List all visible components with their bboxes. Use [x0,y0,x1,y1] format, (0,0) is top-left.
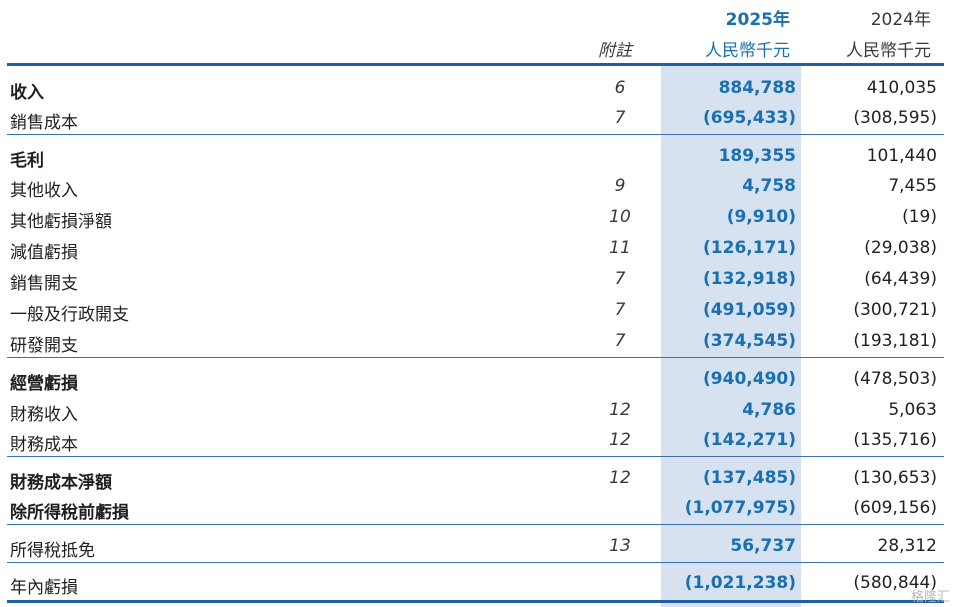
row-value-2025: (695,433) [703,108,796,128]
table-row: 財務成本淨額 12 (137,485) (130,653) [0,466,954,494]
header-unit-prior: 人民幣千元 [846,41,931,61]
row-label: 除所得稅前虧損 [10,503,129,523]
table-row: 財務收入 12 4,786 5,063 [0,398,954,426]
row-value-2024: 410,035 [866,78,937,98]
row-value-2024: (300,721) [853,300,937,320]
table-row: 所得稅抵免 13 56,737 28,312 [0,534,954,562]
watermark: 格隆汇 [910,590,950,605]
row-value-2024: (478,503) [853,369,937,389]
row-value-2025: (1,077,975) [684,498,796,518]
row-note: 12 [609,400,631,420]
row-value-2025: (491,059) [703,300,796,320]
row-value-2024: (308,595) [853,108,937,128]
table-row: 收入 6 884,788 410,035 [0,76,954,104]
row-value-2025: 56,737 [730,536,796,556]
row-label: 收入 [10,83,44,103]
row-value-2024: 101,440 [866,146,937,166]
row-note: 10 [609,207,631,227]
row-value-2025: (1,021,238) [684,573,796,593]
row-value-2024: 7,455 [888,176,937,196]
row-value-2024: 5,063 [888,400,937,420]
row-label: 財務成本 [10,435,78,455]
header-divider [7,63,944,66]
row-note: 11 [609,238,631,258]
header-unit-current: 人民幣千元 [705,41,790,61]
table-row: 其他虧損淨額 10 (9,910) (19) [0,205,954,233]
row-note: 13 [609,536,631,556]
row-value-2024: (64,439) [864,269,937,289]
row-note: 7 [614,269,626,289]
row-label: 其他虧損淨額 [10,212,112,232]
table-row: 研發開支 7 (374,545) (193,181) [0,329,954,357]
row-value-2024: (19) [902,207,937,227]
row-label: 財務成本淨額 [10,473,112,493]
row-note: 12 [609,430,631,450]
table-row: 減值虧損 11 (126,171) (29,038) [0,236,954,264]
table-row: 銷售成本 7 (695,433) (308,595) [0,106,954,134]
section-divider [7,134,944,135]
row-value-2025: (9,910) [726,207,796,227]
row-note: 7 [614,300,626,320]
table-bottom-rule [7,600,944,603]
row-label: 銷售成本 [10,113,78,133]
row-label: 毛利 [10,151,44,171]
row-value-2024: (193,181) [853,331,937,351]
row-note: 9 [614,176,626,196]
row-value-2024: (135,716) [853,430,937,450]
section-divider [7,562,944,563]
table-row: 毛利 189,355 101,440 [0,144,954,172]
row-value-2025: (132,918) [703,269,796,289]
table-row: 年內虧損 (1,021,238) (580,844) [0,571,954,599]
section-divider [7,456,944,457]
table-row: 銷售開支 7 (132,918) (64,439) [0,267,954,295]
header-year-prior: 2024年 [870,10,931,30]
row-value-2025: 884,788 [718,78,796,98]
header-note-label: 附註 [598,41,632,61]
table-row: 經營虧損 (940,490) (478,503) [0,367,954,395]
row-value-2024: (130,653) [853,468,937,488]
table-row: 一般及行政開支 7 (491,059) (300,721) [0,298,954,326]
row-label: 銷售開支 [10,274,78,294]
row-value-2025: 189,355 [718,146,796,166]
row-value-2025: 4,758 [742,176,796,196]
row-value-2024: 28,312 [877,536,937,556]
row-value-2025: (940,490) [703,369,796,389]
section-divider [7,357,944,358]
row-label: 財務收入 [10,405,78,425]
table-row: 其他收入 9 4,758 7,455 [0,174,954,202]
row-value-2024: (609,156) [853,498,937,518]
row-note: 6 [614,78,626,98]
row-value-2025: (137,485) [703,468,796,488]
row-label: 一般及行政開支 [10,305,129,325]
row-label: 所得稅抵免 [10,541,95,561]
header-year-current: 2025年 [725,10,790,30]
row-label: 減值虧損 [10,243,78,263]
row-note: 7 [614,331,626,351]
row-label: 年內虧損 [10,578,78,598]
row-value-2025: 4,786 [742,400,796,420]
row-note: 12 [609,468,631,488]
row-value-2024: (29,038) [864,238,937,258]
table-row: 除所得稅前虧損 (1,077,975) (609,156) [0,496,954,524]
row-value-2025: (142,271) [703,430,796,450]
row-note: 7 [614,108,626,128]
section-divider [7,524,944,525]
row-label: 研發開支 [10,336,78,356]
row-value-2025: (374,545) [703,331,796,351]
row-label: 經營虧損 [10,374,78,394]
row-label: 其他收入 [10,181,78,201]
table-row: 財務成本 12 (142,271) (135,716) [0,428,954,456]
row-value-2025: (126,171) [703,238,796,258]
